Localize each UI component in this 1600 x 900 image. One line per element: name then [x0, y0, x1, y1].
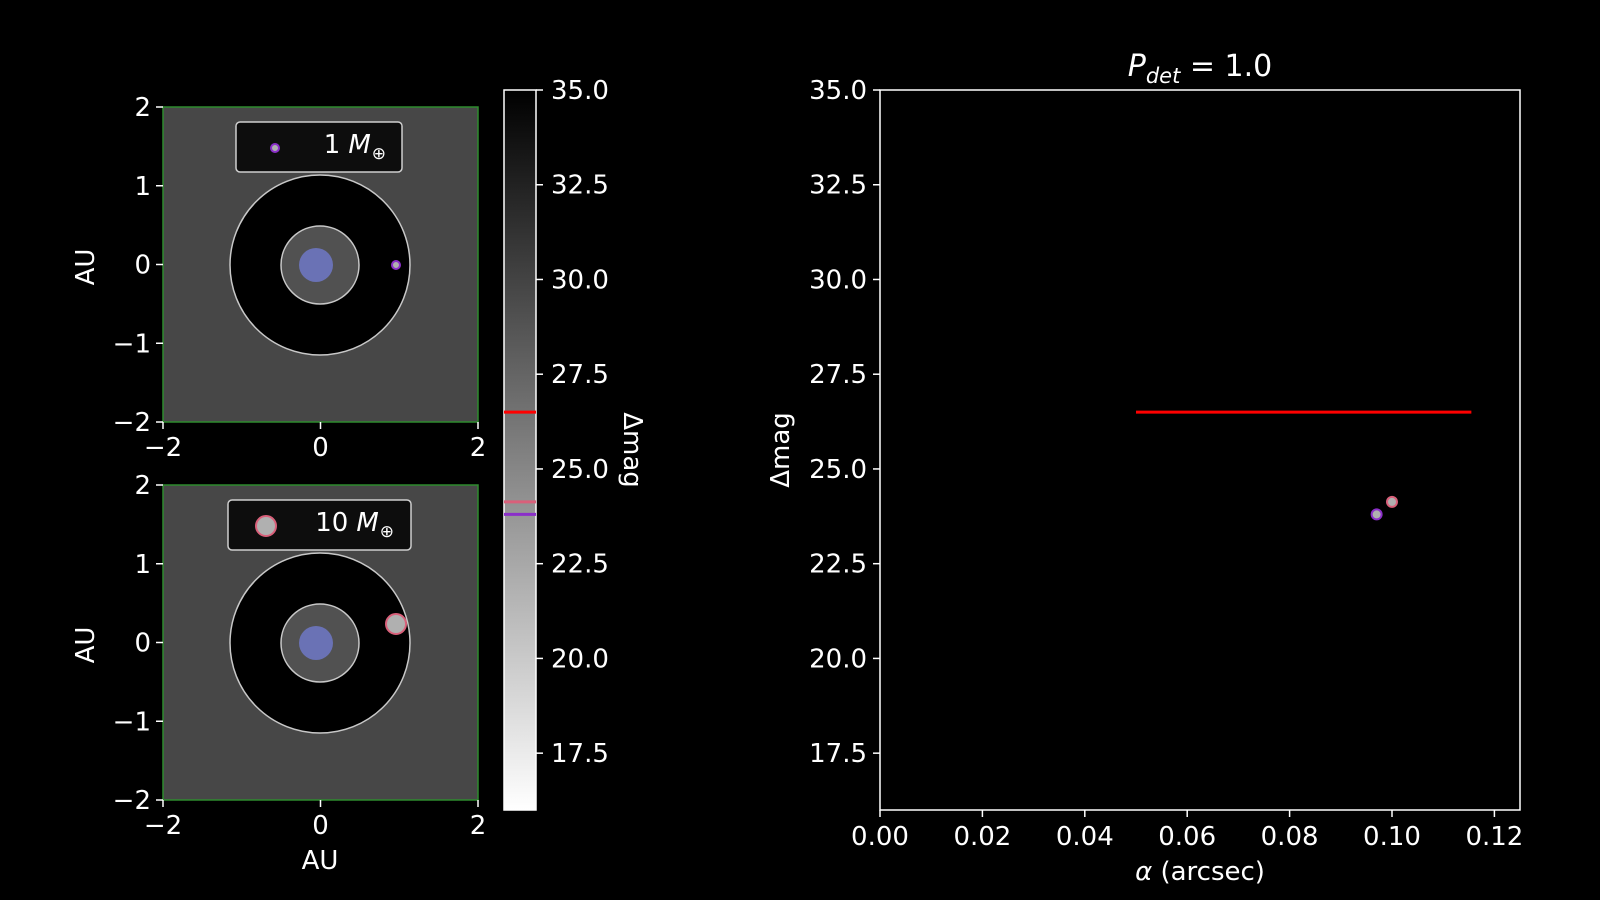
x-tick-label: 0: [312, 811, 329, 841]
colorbar-tick-label: 35.0: [551, 76, 609, 106]
x-tick-label: 0.06: [1158, 822, 1216, 852]
orbit-panel-top: 1 M⊕ −2 −1 0 1 2 −2 0 2 AU: [71, 93, 486, 463]
legend-box: 1 M⊕: [235, 121, 403, 173]
y-tick-label: 2: [134, 93, 151, 123]
x-axis-label: α (arcsec): [1135, 857, 1265, 887]
y-tick-label: 1: [134, 550, 151, 580]
y-axis-label: AU: [71, 249, 101, 286]
colorbar-ticks: 17.5 20.0 22.5 25.0 27.5 30.0 32.5 35.0: [536, 76, 609, 769]
y-tick-label: −1: [113, 329, 151, 359]
y-tick-label: 25.0: [809, 455, 867, 485]
colorbar: 17.5 20.0 22.5 25.0 27.5 30.0 32.5 35.0 Δmag: [503, 76, 647, 811]
x-tick-label: −2: [144, 433, 182, 463]
star-marker: [299, 626, 333, 660]
colorbar-label: Δmag: [617, 412, 647, 488]
x-tick-label: 0.00: [851, 822, 909, 852]
x-tick-label: 0.08: [1261, 822, 1319, 852]
chart-title: Pdet = 1.0: [1128, 49, 1273, 88]
y-tick-label: 0: [134, 251, 151, 281]
y-tick-label: 32.5: [809, 171, 867, 201]
x-ticks: −2 0 2: [144, 800, 486, 841]
x-tick-label: 0.12: [1465, 822, 1523, 852]
y-tick-label: 2: [134, 471, 151, 501]
x-tick-label: 2: [470, 433, 487, 463]
y-tick-label: 17.5: [809, 739, 867, 769]
planet-marker: [385, 613, 407, 635]
y-ticks: −2−1012: [113, 93, 163, 438]
y-axis-label: AU: [71, 627, 101, 664]
star-marker: [299, 248, 333, 282]
x-tick-label: 0.10: [1363, 822, 1421, 852]
main-plot: 17.520.022.525.027.530.032.535.0 0.00 0.0…: [766, 49, 1523, 887]
colorbar-tick-label: 25.0: [551, 455, 609, 485]
colorbar-gradient: [503, 89, 537, 811]
legend-marker: [270, 143, 280, 153]
colorbar-tick-label: 30.0: [551, 265, 609, 295]
colorbar-tick-label: 27.5: [551, 360, 609, 390]
orbit-panel-bottom: 10 M⊕ −2 −1 0 1 2 −2 0 2 AU AU: [71, 471, 486, 876]
y-ticks: −2−1012: [113, 471, 163, 816]
planet-point: [1386, 495, 1398, 508]
planet-point: [1370, 508, 1383, 521]
y-tick-label: 20.0: [809, 644, 867, 674]
colorbar-tick-label: 22.5: [551, 550, 609, 580]
x-tick-label: 2: [470, 811, 487, 841]
planet-marker: [391, 260, 401, 270]
x-tick-label: −2: [144, 811, 182, 841]
legend-box: 10 M⊕: [227, 499, 412, 551]
y-tick-label: 22.5: [809, 550, 867, 580]
colorbar-tick-label: 20.0: [551, 644, 609, 674]
colorbar-tick-label: 17.5: [551, 739, 609, 769]
figure: 1 M⊕ −2 −1 0 1 2 −2 0 2 AU 10 M⊕ −2 −1 0 1 2 −2 0 2 AU…: [71, 49, 1523, 887]
y-tick-label: 0: [134, 629, 151, 659]
colorbar-tick-label: 32.5: [551, 171, 609, 201]
x-tick-label: 0: [312, 433, 329, 463]
y-tick-label: 30.0: [809, 265, 867, 295]
x-ticks: −2 0 2: [144, 422, 486, 463]
x-axis-label: AU: [302, 846, 339, 876]
y-tick-label: 1: [134, 172, 151, 202]
y-tick-label: 27.5: [809, 360, 867, 390]
legend-marker: [255, 515, 277, 537]
y-ticks: 17.5 20.0 22.5 25.0 27.5 30.0 32.5 35.0: [809, 76, 880, 769]
y-tick-label: 35.0: [809, 76, 867, 106]
plot-area: [879, 89, 1521, 811]
y-axis-label: Δmag: [766, 412, 796, 488]
x-ticks: 0.00 0.02 0.04 0.06 0.08 0.10 0.12: [851, 810, 1523, 852]
x-tick-label: 0.04: [1056, 822, 1114, 852]
y-tick-label: −1: [113, 707, 151, 737]
x-tick-label: 0.02: [953, 822, 1011, 852]
